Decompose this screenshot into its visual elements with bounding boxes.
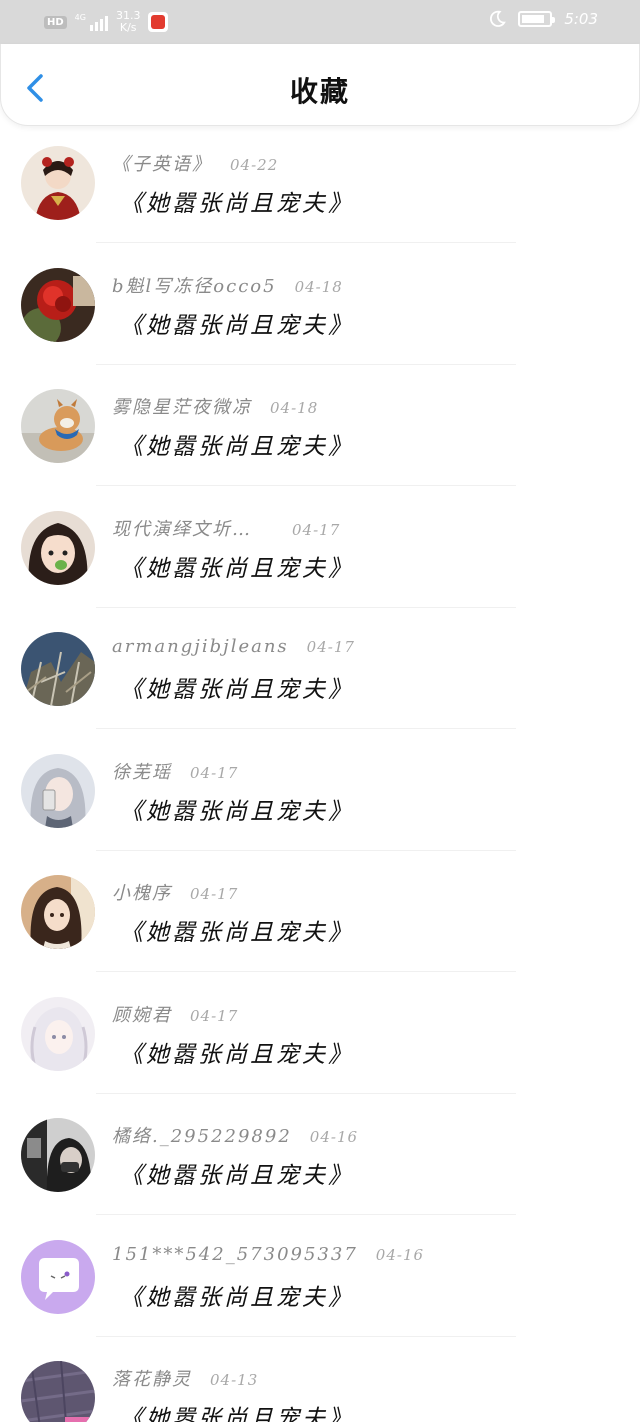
user-name: 徐芜瑶: [112, 761, 172, 783]
speed-unit: K/s: [119, 21, 137, 34]
user-name: 雾隐星茫夜微凉: [112, 397, 252, 418]
user-name: 顾婉君: [112, 1004, 172, 1026]
user-name: 小槐序: [112, 883, 172, 904]
user-name: 151***542_573095337: [112, 1243, 358, 1265]
book-title[interactable]: 《她嚣张尚且宠夫》: [120, 913, 354, 947]
network-speed: 31.3 K/s: [116, 10, 141, 34]
avatar[interactable]: [21, 875, 95, 949]
favorite-item[interactable]: armangjibjleans 04-17 《她嚣张尚且宠夫》: [0, 618, 640, 740]
app-notification-icon: [148, 12, 169, 32]
clock: 5:03: [564, 10, 598, 28]
favorite-item[interactable]: 小槐序 04-17 《她嚣张尚且宠夫》: [0, 861, 640, 983]
favorite-date: 04-17: [190, 763, 239, 782]
divider: [96, 1214, 516, 1215]
favorite-item[interactable]: 橘络._295229892 04-16 《她嚣张尚且宠夫》: [0, 1104, 640, 1226]
avatar[interactable]: [21, 389, 95, 463]
nav-bar: 收藏: [0, 44, 640, 126]
book-title[interactable]: 《她嚣张尚且宠夫》: [120, 1399, 354, 1422]
favorite-meta: 顾婉君 04-17: [112, 1001, 238, 1027]
avatar[interactable]: [21, 510, 95, 585]
favorite-meta: b魁l写冻径occo5 04-18: [112, 272, 343, 298]
divider: [96, 363, 516, 365]
avatar[interactable]: [21, 753, 95, 828]
favorite-item[interactable]: 顾婉君 04-17 《她嚣张尚且宠夫》: [0, 983, 640, 1105]
favorite-item[interactable]: 雾隐星茫夜微凉 04-18 《她嚣张尚且宠夫》: [0, 375, 640, 497]
user-name: 《子英语》: [112, 154, 212, 175]
avatar[interactable]: [21, 996, 95, 1071]
divider: [96, 1092, 516, 1094]
book-title[interactable]: 《她嚣张尚且宠夫》: [120, 1156, 354, 1190]
favorite-date: 04-22: [230, 156, 279, 174]
user-name: 落花静灵: [112, 1369, 192, 1390]
divider: [96, 606, 516, 608]
divider: [96, 485, 516, 486]
hd-indicator: HD: [44, 15, 67, 29]
divider: [96, 728, 516, 729]
user-name: b魁l写冻径occo5: [112, 275, 277, 297]
favorite-item[interactable]: 151***542_573095337 04-16 《她嚣张尚且宠夫》: [0, 1226, 640, 1348]
favorites-list: 《子英语》 04-22 《她嚣张尚且宠夫》 b魁l写冻径occo5 04-18 …: [0, 132, 640, 1422]
favorite-date: 04-18: [270, 399, 319, 417]
book-title[interactable]: 《她嚣张尚且宠夫》: [120, 792, 354, 826]
favorite-meta: 小槐序 04-17: [112, 879, 238, 905]
divider: [96, 849, 516, 851]
book-title[interactable]: 《她嚣张尚且宠夫》: [120, 1278, 354, 1312]
favorite-meta: 橘络._295229892 04-16: [112, 1122, 358, 1148]
status-left: HD 4G 31.3 K/s: [44, 10, 169, 34]
favorite-item[interactable]: 徐芜瑶 04-17 《她嚣张尚且宠夫》: [0, 740, 640, 862]
divider: [96, 242, 516, 243]
avatar[interactable]: [21, 1118, 95, 1192]
book-title[interactable]: 《她嚣张尚且宠夫》: [120, 427, 354, 461]
favorite-date: 04-17: [190, 1006, 239, 1025]
book-title[interactable]: 《她嚣张尚且宠夫》: [120, 184, 354, 218]
favorite-meta: armangjibjleans 04-17: [112, 636, 355, 657]
divider: [96, 971, 516, 972]
favorite-meta: 《子英语》 04-22: [112, 150, 278, 176]
avatar[interactable]: [21, 1361, 95, 1422]
signal-icon: 4G: [75, 13, 108, 31]
favorite-meta: 落花静灵 04-13: [112, 1365, 258, 1391]
favorite-item[interactable]: 《子英语》 04-22 《她嚣张尚且宠夫》: [0, 132, 640, 254]
avatar[interactable]: [21, 267, 95, 342]
avatar[interactable]: [21, 1239, 95, 1314]
favorite-date: 04-16: [309, 1128, 359, 1146]
favorite-meta: 151***542_573095337 04-16: [112, 1244, 424, 1265]
divider: [96, 1335, 516, 1337]
page-title: 收藏: [289, 75, 350, 108]
user-name: 现代演绎文圻…: [112, 518, 252, 540]
book-title[interactable]: 《她嚣张尚且宠夫》: [120, 1035, 354, 1069]
status-bar: HD 4G 31.3 K/s 5:03: [0, 0, 640, 44]
favorite-item[interactable]: 落花静灵 04-13 《她嚣张尚且宠夫》: [0, 1347, 640, 1422]
status-right: 5:03: [488, 10, 598, 28]
book-title[interactable]: 《她嚣张尚且宠夫》: [120, 306, 354, 340]
favorite-date: 04-17: [190, 885, 239, 903]
avatar[interactable]: [21, 146, 95, 220]
favorite-date: 04-17: [306, 638, 355, 656]
avatar[interactable]: [21, 632, 95, 706]
moon-icon: [490, 10, 507, 27]
battery-icon: [518, 11, 556, 27]
favorite-meta: 雾隐星茫夜微凉 04-18: [112, 393, 318, 419]
user-name: 橘络._295229892: [112, 1126, 292, 1147]
user-name: armangjibjleans: [112, 636, 289, 657]
network-type: 4G: [74, 13, 86, 22]
book-title[interactable]: 《她嚣张尚且宠夫》: [120, 549, 354, 583]
favorite-meta: 现代演绎文圻… 04-17: [112, 515, 340, 541]
favorite-item[interactable]: 现代演绎文圻… 04-17 《她嚣张尚且宠夫》: [0, 497, 640, 619]
book-title[interactable]: 《她嚣张尚且宠夫》: [120, 670, 354, 704]
favorite-meta: 徐芜瑶 04-17: [112, 758, 238, 784]
favorite-item[interactable]: b魁l写冻径occo5 04-18 《她嚣张尚且宠夫》: [0, 254, 640, 376]
favorite-date: 04-18: [294, 277, 343, 296]
favorite-date: 04-16: [375, 1245, 425, 1264]
favorite-date: 04-17: [292, 520, 341, 539]
favorite-date: 04-13: [210, 1371, 259, 1389]
